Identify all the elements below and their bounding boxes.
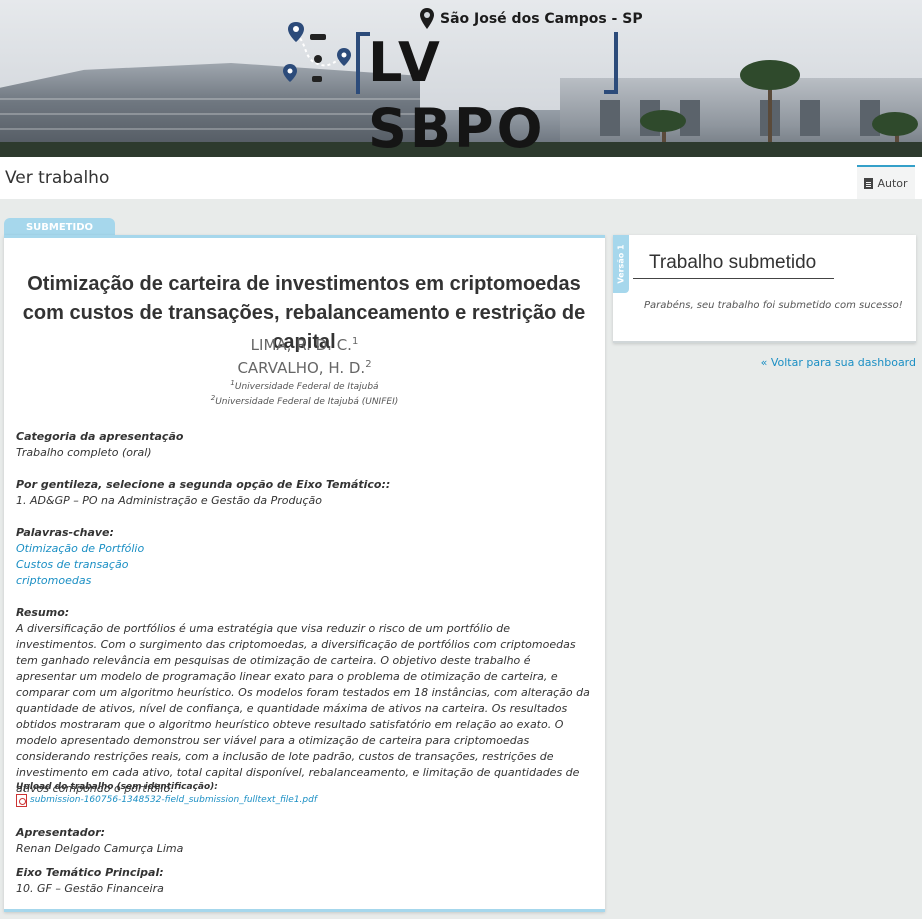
document-icon (864, 177, 874, 189)
affiliation-item: 2Universidade Federal de Itajubá (UNIFEI… (210, 394, 399, 407)
status-card-message: Parabéns, seu trabalho foi submetido com… (644, 300, 903, 311)
event-banner: São José dos Campos - SP LV SBPO (0, 0, 922, 157)
field-eixo-secundario: Por gentileza, selecione a segunda opção… (16, 477, 594, 509)
tab-autor-label: Autor (877, 176, 908, 190)
submission-card: Otimização de carteira de investimentos … (4, 235, 605, 912)
status-card-title: Trabalho submetido (649, 252, 817, 273)
keyword-link[interactable]: criptomoedas (16, 573, 594, 589)
pdf-file-icon (16, 794, 27, 807)
event-logo-text: LV SBPO (368, 31, 546, 157)
author-item: CARVALHO, H. D.2 (237, 359, 372, 377)
field-label: Apresentador: (16, 826, 106, 839)
version-tag-label: Versão 1 (616, 244, 626, 284)
page-title: Ver trabalho (5, 168, 110, 188)
event-logo: LV SBPO (356, 28, 618, 157)
version-tag: Versão 1 (613, 235, 629, 293)
divider (633, 278, 834, 279)
field-value: Trabalho completo (oral) (16, 446, 152, 459)
upload-file-link[interactable]: submission-160756-1348532-field_submissi… (30, 794, 317, 807)
field-apresentador: Apresentador: Renan Delgado Camurça Lima (16, 825, 594, 857)
field-value: Renan Delgado Camurça Lima (16, 842, 184, 855)
field-eixo-principal: Eixo Temático Principal: 10. GF – Gestão… (16, 865, 594, 897)
field-keywords: Palavras-chave: Otimização de Portfólio … (16, 525, 594, 589)
field-resumo: Resumo: A diversificação de portfólios é… (16, 605, 594, 797)
keyword-link[interactable]: Otimização de Portfólio (16, 541, 594, 557)
affiliation-item: 1Universidade Federal de Itajubá (230, 379, 379, 392)
field-label: Por gentileza, selecione a segunda opção… (16, 478, 391, 491)
event-location: São José dos Campos - SP (420, 8, 643, 30)
palm-tree (740, 60, 800, 90)
field-label: Resumo: (16, 606, 70, 619)
field-label: Palavras-chave: (16, 526, 114, 539)
page-header: Ver trabalho (0, 157, 922, 199)
field-label: Upload do trabalho (sem identificação): (16, 782, 218, 792)
author-list: LIMA, R. D. C.1 CARVALHO, H. D.2 (4, 332, 605, 378)
field-value: 10. GF – Gestão Financeira (16, 882, 164, 895)
location-pin-icon (420, 8, 434, 29)
field-label: Categoria da apresentação (16, 430, 184, 443)
route-map-icon (283, 22, 351, 82)
back-to-dashboard-link[interactable]: « Voltar para sua dashboard (761, 356, 916, 369)
abstract-text: A diversificação de portfólios é uma est… (16, 622, 590, 795)
field-categoria: Categoria da apresentação Trabalho compl… (16, 429, 594, 461)
field-label: Eixo Temático Principal: (16, 866, 164, 879)
keyword-link[interactable]: Custos de transação (16, 557, 594, 573)
author-item: LIMA, R. D. C.1 (250, 336, 359, 354)
field-value: 1. AD&GP – PO na Administração e Gestão … (16, 494, 322, 507)
status-badge: SUBMETIDO (4, 218, 115, 236)
field-upload: Upload do trabalho (sem identificação): … (16, 781, 594, 807)
tab-autor[interactable]: Autor (857, 165, 915, 199)
affiliation-list: 1Universidade Federal de Itajubá 2Univer… (4, 378, 605, 408)
location-text: São José dos Campos - SP (440, 11, 643, 27)
